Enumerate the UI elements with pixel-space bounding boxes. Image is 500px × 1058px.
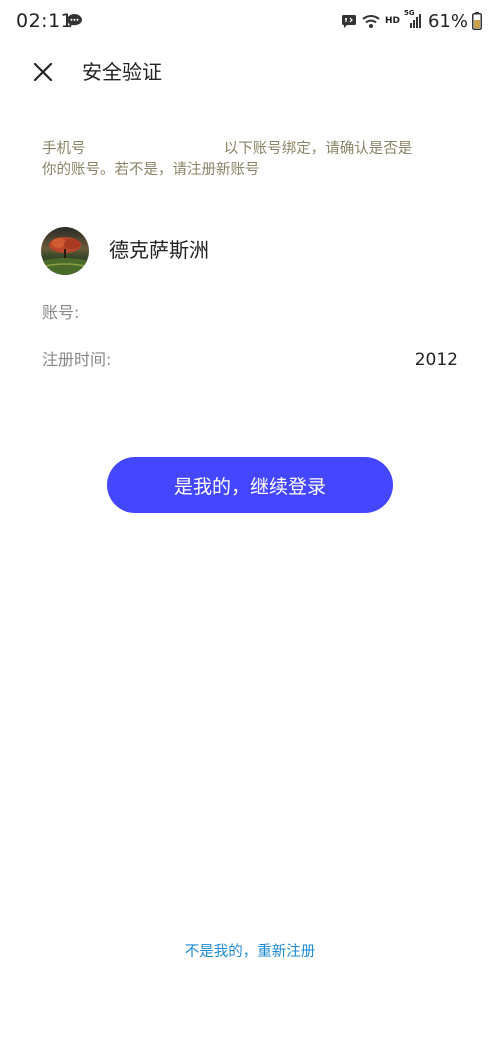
binding-notice: 手机号 以下账号绑定，请确认是否是 你的账号。若不是，请注册新账号 bbox=[42, 139, 462, 181]
confirm-login-button[interactable]: 是我的，继续登录 bbox=[107, 457, 393, 513]
status-icons: HD 5G 61% bbox=[341, 8, 482, 34]
account-nickname: 德克萨斯洲 bbox=[109, 238, 209, 262]
reregister-link[interactable]: 不是我的，重新注册 bbox=[0, 942, 500, 962]
signal-icon: 5G bbox=[404, 9, 422, 30]
message-icon bbox=[341, 14, 357, 29]
register-time-label: 注册时间: bbox=[42, 350, 112, 369]
avatar-image bbox=[41, 227, 89, 275]
page-title: 安全验证 bbox=[82, 60, 162, 84]
register-time-value: 2012 bbox=[414, 350, 458, 370]
battery-icon bbox=[472, 12, 482, 30]
avatar[interactable] bbox=[41, 227, 89, 275]
network-label: HD bbox=[384, 16, 400, 26]
status-time: 02:11 bbox=[16, 10, 74, 32]
wifi-icon bbox=[361, 14, 381, 29]
close-button[interactable] bbox=[28, 57, 58, 87]
battery-percent: 61% bbox=[427, 10, 468, 32]
notice-line-2: 你的账号。若不是，请注册新账号 bbox=[42, 162, 260, 178]
notice-line-1: 手机号 以下账号绑定，请确认是否是 bbox=[42, 141, 413, 157]
chat-bubble-icon bbox=[66, 13, 83, 28]
account-label: 账号: bbox=[42, 303, 80, 322]
close-icon bbox=[33, 62, 53, 82]
